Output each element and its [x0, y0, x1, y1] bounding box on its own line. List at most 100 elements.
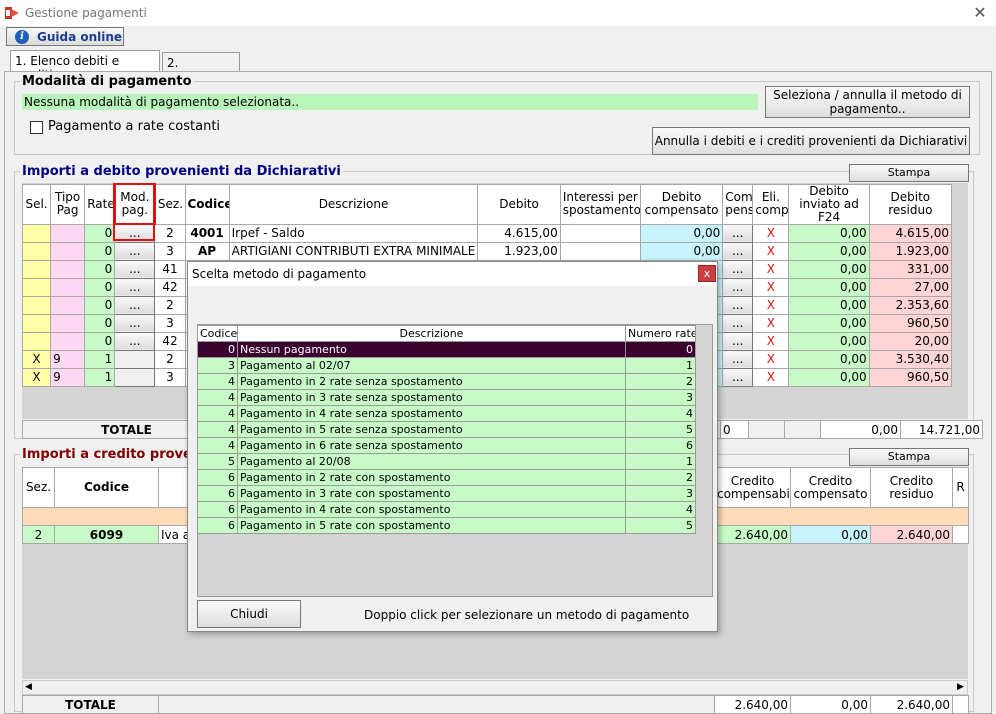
payment-method-codice: 4: [197, 421, 238, 438]
payment-method-codice: 6: [197, 517, 238, 534]
debit-cell-f24: 0,00: [788, 259, 870, 279]
credit-residuo: 2.640,00: [870, 525, 953, 544]
cancel-dichiarativi-button[interactable]: Annulla i debiti e i crediti provenienti…: [652, 127, 970, 155]
payment-method-rate: 1: [625, 453, 696, 470]
payment-method-codice: 0: [197, 341, 238, 358]
debit-cell-comp: 0,00: [639, 241, 724, 261]
payment-method-row[interactable]: 4 Pagamento in 2 rate senza spostamento 2: [197, 373, 696, 390]
debit-cell-modpag[interactable]: ...: [114, 259, 156, 279]
select-payment-method-button[interactable]: Seleziona / annulla il metodo di pagamen…: [765, 86, 970, 118]
debit-cell-modpag[interactable]: ...: [114, 295, 156, 315]
debit-cell-elicomp[interactable]: X: [752, 313, 790, 333]
debit-cell-comp: 0,00: [639, 223, 724, 243]
payment-method-row[interactable]: 4 Pagamento in 5 rate senza spostamento 5: [197, 421, 696, 438]
debit-cell-compens[interactable]: ...: [722, 241, 754, 261]
debit-cell-compens[interactable]: ...: [722, 259, 754, 279]
debit-cell-sez: 3: [154, 367, 186, 387]
credit-total-label: TOTALE: [22, 695, 159, 714]
tab-riepilogo[interactable]: 2. Riepilogo: [162, 52, 240, 84]
credit-col-codice: Codice: [54, 467, 159, 508]
credit-compensabile: 2.640,00: [714, 525, 791, 544]
payment-method-row[interactable]: 6 Pagamento in 5 rate con spostamento 5: [197, 517, 696, 534]
payment-method-desc: Pagamento in 4 rate senza spostamento: [237, 405, 626, 422]
debit-row[interactable]: 0... 3 AP ARTIGIANI CONTRIBUTI EXTRA MINIMA…: [21, 241, 953, 261]
debit-cell-elicomp[interactable]: X: [752, 367, 790, 387]
debit-cell-res: 27,00: [868, 277, 953, 297]
payment-method-row[interactable]: 6 Pagamento in 2 rate con spostamento 2: [197, 469, 696, 486]
payment-method-rate: 3: [625, 389, 696, 406]
payment-method-rate: 5: [625, 421, 696, 438]
debit-print-button[interactable]: Stampa: [849, 164, 969, 182]
payment-method-row[interactable]: 3 Pagamento al 02/07 1: [197, 357, 696, 374]
dialog-title: Scelta metodo di pagamento: [192, 267, 367, 281]
app-icon: [5, 7, 19, 19]
dialog-close-chiudi-button[interactable]: Chiudi: [197, 600, 301, 628]
payment-method-row[interactable]: 6 Pagamento in 4 rate con spostamento 4: [197, 501, 696, 518]
debit-cell-compens[interactable]: ...: [722, 313, 754, 333]
debit-cell-tipo: 9: [50, 367, 86, 387]
debit-cell-compens[interactable]: ...: [722, 277, 754, 297]
debit-cell-elicomp[interactable]: X: [752, 349, 790, 369]
debit-cell-elicomp[interactable]: X: [752, 259, 790, 279]
debit-cell-rate: 0: [84, 223, 116, 243]
dialog-close-button[interactable]: x: [698, 265, 716, 282]
debit-total-blank2: [784, 420, 821, 439]
payment-method-row[interactable]: 5 Pagamento al 20/08 1: [197, 453, 696, 470]
debit-cell-compens[interactable]: ...: [722, 223, 754, 243]
payment-method-row[interactable]: 4 Pagamento in 3 rate senza spostamento 3: [197, 389, 696, 406]
debit-cell-rate: 0: [84, 259, 116, 279]
debit-cell-compens[interactable]: ...: [722, 367, 754, 387]
debit-cell-res: 960,50: [868, 313, 953, 333]
debit-cell-modpag[interactable]: ...: [114, 331, 156, 351]
mod-pag-highlight: [113, 183, 155, 241]
tab-elenco[interactable]: 1. Elenco debiti e crediti: [10, 50, 160, 82]
help-online-button[interactable]: i Guida online: [6, 27, 124, 46]
debit-cell-tipo: [50, 331, 86, 351]
debit-cell-sez: 2: [154, 223, 186, 243]
credit-col-residuo: Credito residuo: [870, 467, 953, 508]
credit-horizontal-scrollbar[interactable]: ◀ ▶: [22, 680, 968, 695]
modal-col-codice: Codice: [197, 325, 238, 342]
debit-cell-elicomp[interactable]: X: [752, 241, 790, 261]
payment-method-desc: Pagamento al 20/08: [237, 453, 626, 470]
payment-method-codice: 3: [197, 357, 238, 374]
debit-cell-rate: 0: [84, 331, 116, 351]
credit-print-button[interactable]: Stampa: [849, 448, 969, 466]
payment-method-desc: Pagamento in 5 rate con spostamento: [237, 517, 626, 534]
debit-cell-f24: 0,00: [788, 349, 870, 369]
debit-cell-sez: 3: [154, 241, 186, 261]
constant-rates-checkbox[interactable]: [30, 121, 43, 134]
col-debito-compensato: Debito compensato: [639, 183, 724, 225]
debit-cell-modpag[interactable]: ...: [114, 313, 156, 333]
debit-row[interactable]: 0... 2 4001 Irpef - Saldo 4.615,00 0,00... X 0,…: [21, 223, 953, 243]
payment-method-desc: Pagamento in 3 rate senza spostamento: [237, 389, 626, 406]
payment-method-rate: 4: [625, 501, 696, 518]
scroll-right-icon[interactable]: ▶: [957, 682, 964, 692]
debit-cell-modpag[interactable]: ...: [114, 241, 156, 261]
payment-method-row[interactable]: 0 Nessun pagamento 0: [197, 341, 696, 358]
debit-cell-compens[interactable]: ...: [722, 349, 754, 369]
debit-cell-elicomp[interactable]: X: [752, 331, 790, 351]
payment-method-row[interactable]: 4 Pagamento in 4 rate senza spostamento 4: [197, 405, 696, 422]
debit-cell-interessi: [559, 241, 641, 261]
col-debito-residuo: Debito residuo: [868, 183, 953, 225]
debit-cell-compens[interactable]: ...: [722, 331, 754, 351]
credit-col-sez: Sez.: [22, 467, 55, 508]
debit-cell-elicomp[interactable]: X: [752, 295, 790, 315]
close-window-button[interactable]: ✕: [970, 3, 990, 23]
credit-sez: 2: [22, 525, 55, 544]
scroll-left-icon[interactable]: ◀: [25, 682, 32, 692]
payment-method-row[interactable]: 4 Pagamento in 6 rate senza spostamento 6: [197, 437, 696, 454]
debit-cell-codice: AP: [184, 241, 230, 261]
payment-method-row[interactable]: 6 Pagamento in 3 rate con spostamento 3: [197, 485, 696, 502]
debit-cell-compens[interactable]: ...: [722, 295, 754, 315]
payment-method-codice: 4: [197, 389, 238, 406]
debit-cell-sez: 42: [154, 277, 186, 297]
debit-cell-f24: 0,00: [788, 277, 870, 297]
debit-cell-sez: 2: [154, 349, 186, 369]
debit-cell-elicomp[interactable]: X: [752, 277, 790, 297]
debit-cell-modpag[interactable]: ...: [114, 277, 156, 297]
debit-cell-tipo: [50, 295, 86, 315]
debit-cell-elicomp[interactable]: X: [752, 223, 790, 243]
payment-method-codice: 5: [197, 453, 238, 470]
